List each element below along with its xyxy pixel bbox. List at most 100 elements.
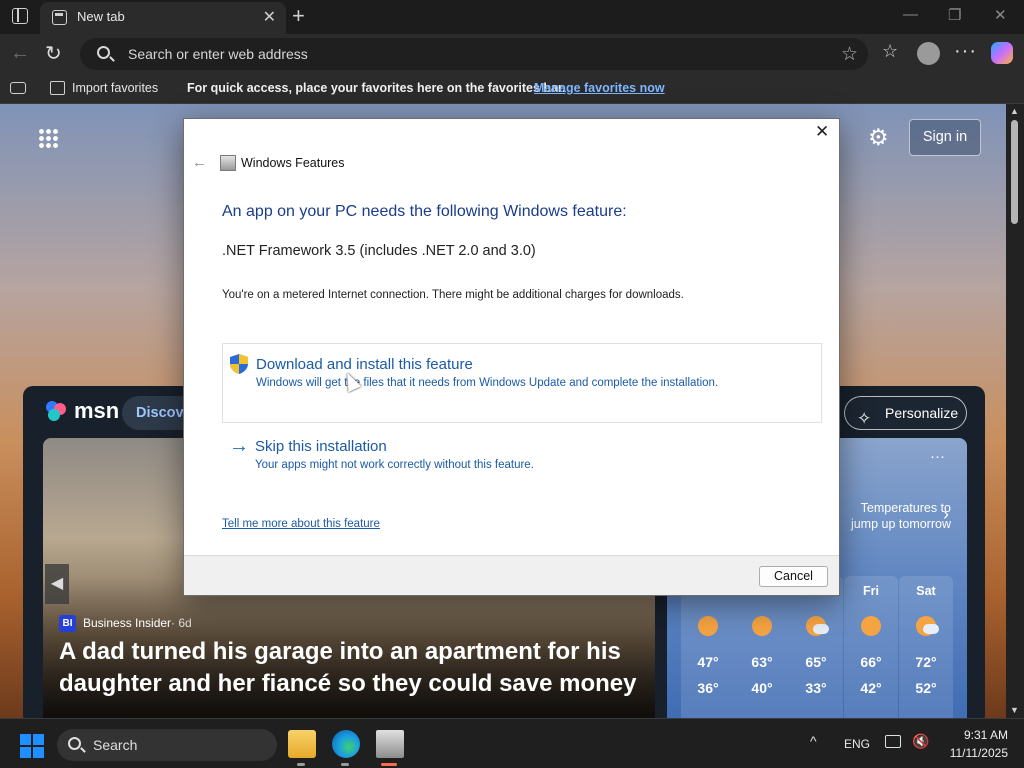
address-bar[interactable]: Search or enter web address ☆ <box>80 38 868 70</box>
windows-features-taskbar-icon[interactable] <box>376 730 404 758</box>
forecast-low: 33° <box>805 680 827 696</box>
import-favorites-link[interactable]: Import favorites <box>72 81 158 95</box>
new-tab-favicon-icon <box>52 10 67 25</box>
previous-arrow-icon[interactable]: ◀ <box>45 564 69 604</box>
skip-option-description: Your apps might not work correctly witho… <box>255 459 534 471</box>
tell-me-more-link[interactable]: Tell me more about this feature <box>222 518 380 530</box>
sparkle-star-icon: ✧ <box>857 409 872 428</box>
required-feature-name: .NET Framework 3.5 (includes .NET 2.0 an… <box>222 243 536 259</box>
forecast-low: 40° <box>751 680 773 696</box>
forecast-day-label: Fri <box>863 584 879 598</box>
input-language-indicator[interactable]: ENG <box>844 737 870 751</box>
windows-features-dialog: ✕ ← Windows Features An app on your PC n… <box>183 118 840 596</box>
personalize-button[interactable]: ✧ Personalize <box>844 396 967 430</box>
forecast-day-label: Sat <box>916 584 936 598</box>
restore-button[interactable]: ❐ <box>948 6 961 24</box>
uac-shield-icon <box>230 354 248 374</box>
weather-message: Temperatures to jump up tomorrow <box>850 501 951 531</box>
active-indicator <box>381 763 397 766</box>
download-option-description: Windows will get the files that it needs… <box>256 377 719 389</box>
sign-in-button[interactable]: Sign in <box>909 119 981 156</box>
sun-icon <box>698 616 718 636</box>
minimize-button[interactable]: — <box>903 6 918 23</box>
forecast-low: 52° <box>915 680 937 696</box>
settings-gear-icon[interactable]: ⚙ <box>868 124 889 151</box>
back-arrow-icon[interactable]: ← <box>10 42 30 65</box>
right-arrow-icon: → <box>229 435 249 457</box>
msn-label: msn <box>74 398 120 423</box>
title-bar: New tab ✕ + — ❐ ✕ <box>0 0 1024 34</box>
favorites-bar: Import favorites For quick access, place… <box>0 74 1024 104</box>
weather-more-icon[interactable]: ··· <box>930 448 945 465</box>
address-placeholder[interactable]: Search or enter web address <box>128 46 308 62</box>
network-icon[interactable] <box>885 735 901 748</box>
copilot-icon[interactable] <box>991 42 1013 64</box>
weather-next-icon[interactable]: › <box>943 504 949 525</box>
new-tab-button[interactable]: + <box>292 3 305 29</box>
forecast-row: 47° 36° 63° 40° 65° 33° Fri 66° 42° Sat … <box>681 576 953 718</box>
metered-connection-note: You're on a metered Internet connection.… <box>222 289 684 301</box>
profile-avatar-icon[interactable] <box>917 42 940 65</box>
running-indicator <box>341 763 349 766</box>
taskbar-search-label: Search <box>93 737 138 753</box>
skip-installation-option[interactable]: → Skip this installation Your apps might… <box>222 431 822 511</box>
refresh-icon[interactable]: ↻ <box>45 41 62 66</box>
scroll-thumb[interactable] <box>1011 120 1018 224</box>
msn-logo-icon <box>46 401 66 421</box>
windows-start-icon[interactable] <box>20 734 44 758</box>
import-favorites-icon[interactable] <box>50 81 65 95</box>
forecast-day[interactable]: 63° 40° <box>735 576 789 718</box>
forecast-high: 66° <box>860 654 882 670</box>
tab-title: New tab <box>77 9 125 24</box>
volume-icon[interactable]: 🔇 <box>912 733 929 750</box>
tab-new-tab[interactable]: New tab ✕ <box>40 2 286 34</box>
download-install-option[interactable]: Download and install this feature Window… <box>222 343 822 423</box>
file-explorer-icon[interactable] <box>288 730 316 758</box>
dialog-title: Windows Features <box>241 156 345 170</box>
show-hidden-icons-chevron-icon[interactable]: ^ <box>810 733 817 749</box>
dialog-close-icon[interactable]: ✕ <box>815 122 829 142</box>
skip-option-title: Skip this installation <box>255 438 387 455</box>
forecast-low: 42° <box>860 680 882 696</box>
forecast-day[interactable]: Fri 66° 42° <box>844 576 898 718</box>
forecast-day[interactable]: 65° 33° <box>789 576 843 718</box>
article-age: · 6d <box>171 616 192 630</box>
page-scrollbar[interactable]: ▲ ▼ <box>1006 104 1024 718</box>
forecast-day[interactable]: Sat 72° 52° <box>899 576 953 718</box>
sun-icon <box>861 616 881 636</box>
source-logo: BI <box>59 615 76 632</box>
forecast-day[interactable]: 47° 36° <box>681 576 735 718</box>
sun-icon <box>752 616 772 636</box>
tab-actions-icon[interactable] <box>12 8 28 24</box>
cancel-button[interactable]: Cancel <box>759 566 828 587</box>
search-icon <box>97 46 110 59</box>
favorites-bar-toggle-icon[interactable] <box>10 82 26 94</box>
source-name: Business Insider <box>83 616 172 630</box>
clock-time[interactable]: 9:31 AM <box>958 728 1008 742</box>
forecast-high: 65° <box>805 654 827 670</box>
taskbar: Search ^ ENG 🔇 9:31 AM 11/11/2025 <box>0 718 1024 768</box>
taskbar-search-box[interactable]: Search <box>57 729 277 761</box>
tab-close-icon[interactable]: ✕ <box>263 7 276 27</box>
more-options-icon[interactable]: ··· <box>954 40 977 63</box>
scroll-down-icon[interactable]: ▼ <box>1010 705 1019 715</box>
app-launcher-icon[interactable] <box>38 128 58 148</box>
dialog-footer: Cancel <box>184 555 839 595</box>
manage-favorites-link[interactable]: Manage favorites now <box>534 81 665 95</box>
close-window-button[interactable]: ✕ <box>994 6 1007 24</box>
dialog-back-arrow-icon[interactable]: ← <box>192 154 207 171</box>
dialog-heading: An app on your PC needs the following Wi… <box>222 203 627 220</box>
download-option-title: Download and install this feature <box>256 356 473 373</box>
clock-date[interactable]: 11/11/2025 <box>940 746 1008 760</box>
forecast-high: 63° <box>751 654 773 670</box>
personalize-label: Personalize <box>885 405 959 421</box>
favorites-icon[interactable]: ☆ <box>882 41 898 62</box>
add-favorite-star-icon[interactable]: ☆ <box>841 43 858 66</box>
running-indicator <box>297 763 305 766</box>
cloud-icon <box>813 624 829 634</box>
edge-browser-icon[interactable] <box>332 730 360 758</box>
forecast-low: 36° <box>697 680 719 696</box>
scroll-up-icon[interactable]: ▲ <box>1010 106 1019 116</box>
article-headline[interactable]: A dad turned his garage into an apartmen… <box>59 636 639 700</box>
forecast-high: 47° <box>697 654 719 670</box>
